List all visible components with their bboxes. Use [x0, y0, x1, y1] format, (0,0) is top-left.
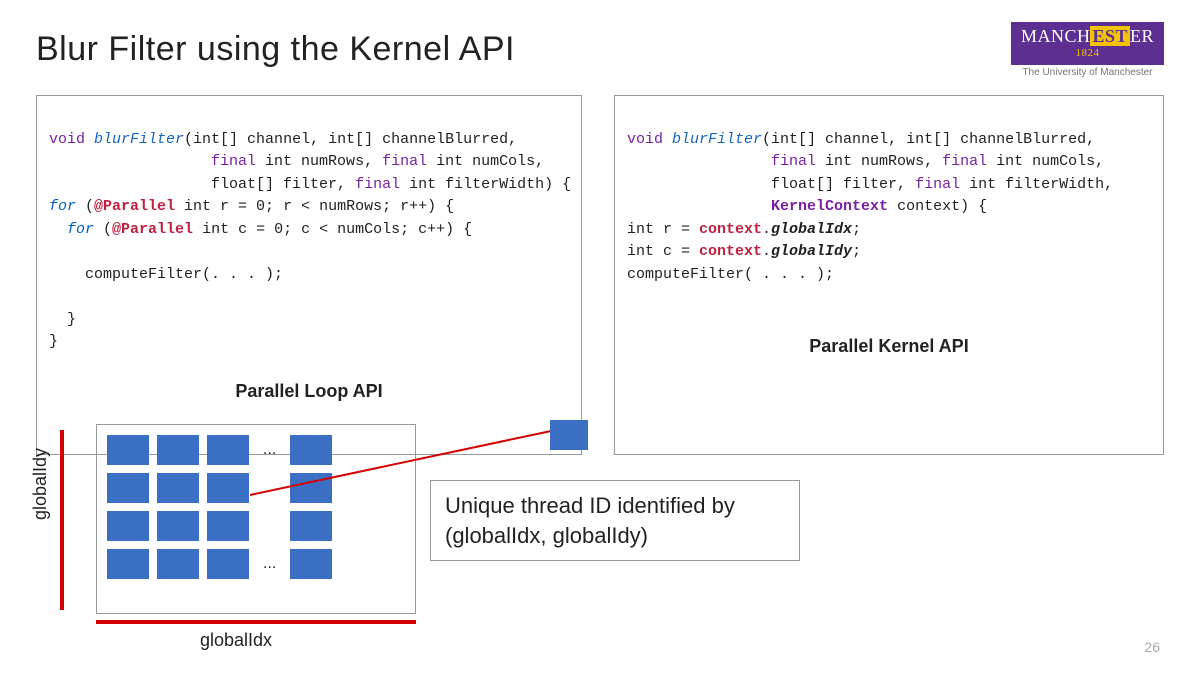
kw-final: final	[771, 153, 816, 170]
ellipsis-spacer	[257, 517, 282, 535]
code-text: int numCols,	[427, 153, 544, 170]
slide: Blur Filter using the Kernel API MANCHES…	[0, 0, 1200, 675]
kw-final: final	[355, 176, 400, 193]
thread-cell	[290, 549, 332, 579]
kw-final: final	[942, 153, 987, 170]
thread-grid: ... ...	[96, 424, 416, 614]
kw-final: final	[382, 153, 427, 170]
thread-cell	[157, 549, 199, 579]
api-label-loop: Parallel Loop API	[49, 378, 569, 405]
kw-for: for	[67, 221, 94, 238]
thread-cell	[207, 549, 249, 579]
type-kernelcontext: KernelContext	[771, 198, 888, 215]
thread-cell	[107, 549, 149, 579]
api-label-kernel: Parallel Kernel API	[627, 333, 1151, 360]
code-text: (int[] channel, int[] channelBlurred,	[762, 131, 1095, 148]
code-text: int numRows,	[816, 153, 942, 170]
thread-cell	[107, 511, 149, 541]
ellipsis: ...	[257, 441, 282, 459]
thread-cell	[207, 511, 249, 541]
logo-year: 1824	[1021, 47, 1154, 61]
grid-row: ...	[107, 549, 405, 579]
code-text: computeFilter( . . . );	[627, 266, 834, 283]
thread-cell	[157, 511, 199, 541]
callout-box: Unique thread ID identified by (globalId…	[430, 480, 800, 561]
code-text: (int[] channel, int[] channelBlurred,	[184, 131, 517, 148]
page-title: Blur Filter using the Kernel API	[36, 30, 1164, 69]
kw-for: for	[49, 198, 76, 215]
kw-void: void	[49, 131, 85, 148]
logo-text-mid: EST	[1090, 26, 1130, 46]
code-text: .	[762, 243, 771, 260]
y-axis-label: globalIdy	[30, 448, 51, 520]
callout-thread-cell	[550, 420, 588, 450]
y-axis-line	[60, 430, 64, 610]
code-text: int filterWidth,	[960, 176, 1113, 193]
code-text: context) {	[888, 198, 987, 215]
thread-cell	[207, 473, 249, 503]
manchester-logo: MANCHESTER 1824 The University of Manche…	[1011, 22, 1164, 78]
code-text: float[] filter,	[771, 176, 915, 193]
code-text: int r =	[627, 221, 699, 238]
kw-void: void	[627, 131, 663, 148]
thread-cell	[290, 435, 332, 465]
thread-cell	[290, 511, 332, 541]
fn-name: blurFilter	[672, 131, 762, 148]
code-text: int c = 0; c < numCols; c++) {	[193, 221, 472, 238]
code-text: }	[49, 333, 58, 350]
code-text: int filterWidth) {	[400, 176, 571, 193]
ellipsis: ...	[257, 555, 282, 573]
prop-globalidx: globalIdx	[771, 221, 852, 238]
code-text: }	[49, 311, 76, 328]
var-context: context	[699, 243, 762, 260]
code-text: .	[762, 221, 771, 238]
code-text: int r = 0; r < numRows; r++) {	[175, 198, 454, 215]
thread-cell	[157, 473, 199, 503]
code-text: float[] filter,	[211, 176, 355, 193]
prop-globalidy: globalIdy	[771, 243, 852, 260]
code-text: (	[76, 198, 94, 215]
x-axis-label: globalIdx	[200, 630, 272, 651]
kw-final: final	[915, 176, 960, 193]
annotation-parallel: @Parallel	[94, 198, 175, 215]
thread-cell	[107, 473, 149, 503]
grid-row: ...	[107, 435, 405, 465]
annotation-parallel: @Parallel	[112, 221, 193, 238]
logo-subtitle: The University of Manchester	[1011, 67, 1164, 78]
fn-name: blurFilter	[94, 131, 184, 148]
code-text: (	[94, 221, 112, 238]
grid-row	[107, 473, 405, 503]
var-context: context	[699, 221, 762, 238]
code-text: int c =	[627, 243, 699, 260]
code-text: ;	[852, 221, 861, 238]
code-text: int numCols,	[987, 153, 1104, 170]
code-text: computeFilter(. . . );	[49, 266, 283, 283]
logo-wordmark: MANCHESTER 1824	[1011, 22, 1164, 65]
thread-cell	[157, 435, 199, 465]
thread-cell	[107, 435, 149, 465]
code-text: int numRows,	[256, 153, 382, 170]
code-box-kernel-api: void blurFilter(int[] channel, int[] cha…	[614, 95, 1164, 455]
code-row: void blurFilter(int[] channel, int[] cha…	[36, 95, 1164, 455]
thread-cell	[207, 435, 249, 465]
logo-text-post: ER	[1130, 26, 1154, 46]
grid-row	[107, 511, 405, 541]
code-box-loop-api: void blurFilter(int[] channel, int[] cha…	[36, 95, 582, 455]
logo-text-pre: MANCH	[1021, 26, 1091, 46]
kw-final: final	[211, 153, 256, 170]
x-axis-line	[96, 620, 416, 624]
page-number: 26	[1144, 639, 1160, 655]
code-text: ;	[852, 243, 861, 260]
